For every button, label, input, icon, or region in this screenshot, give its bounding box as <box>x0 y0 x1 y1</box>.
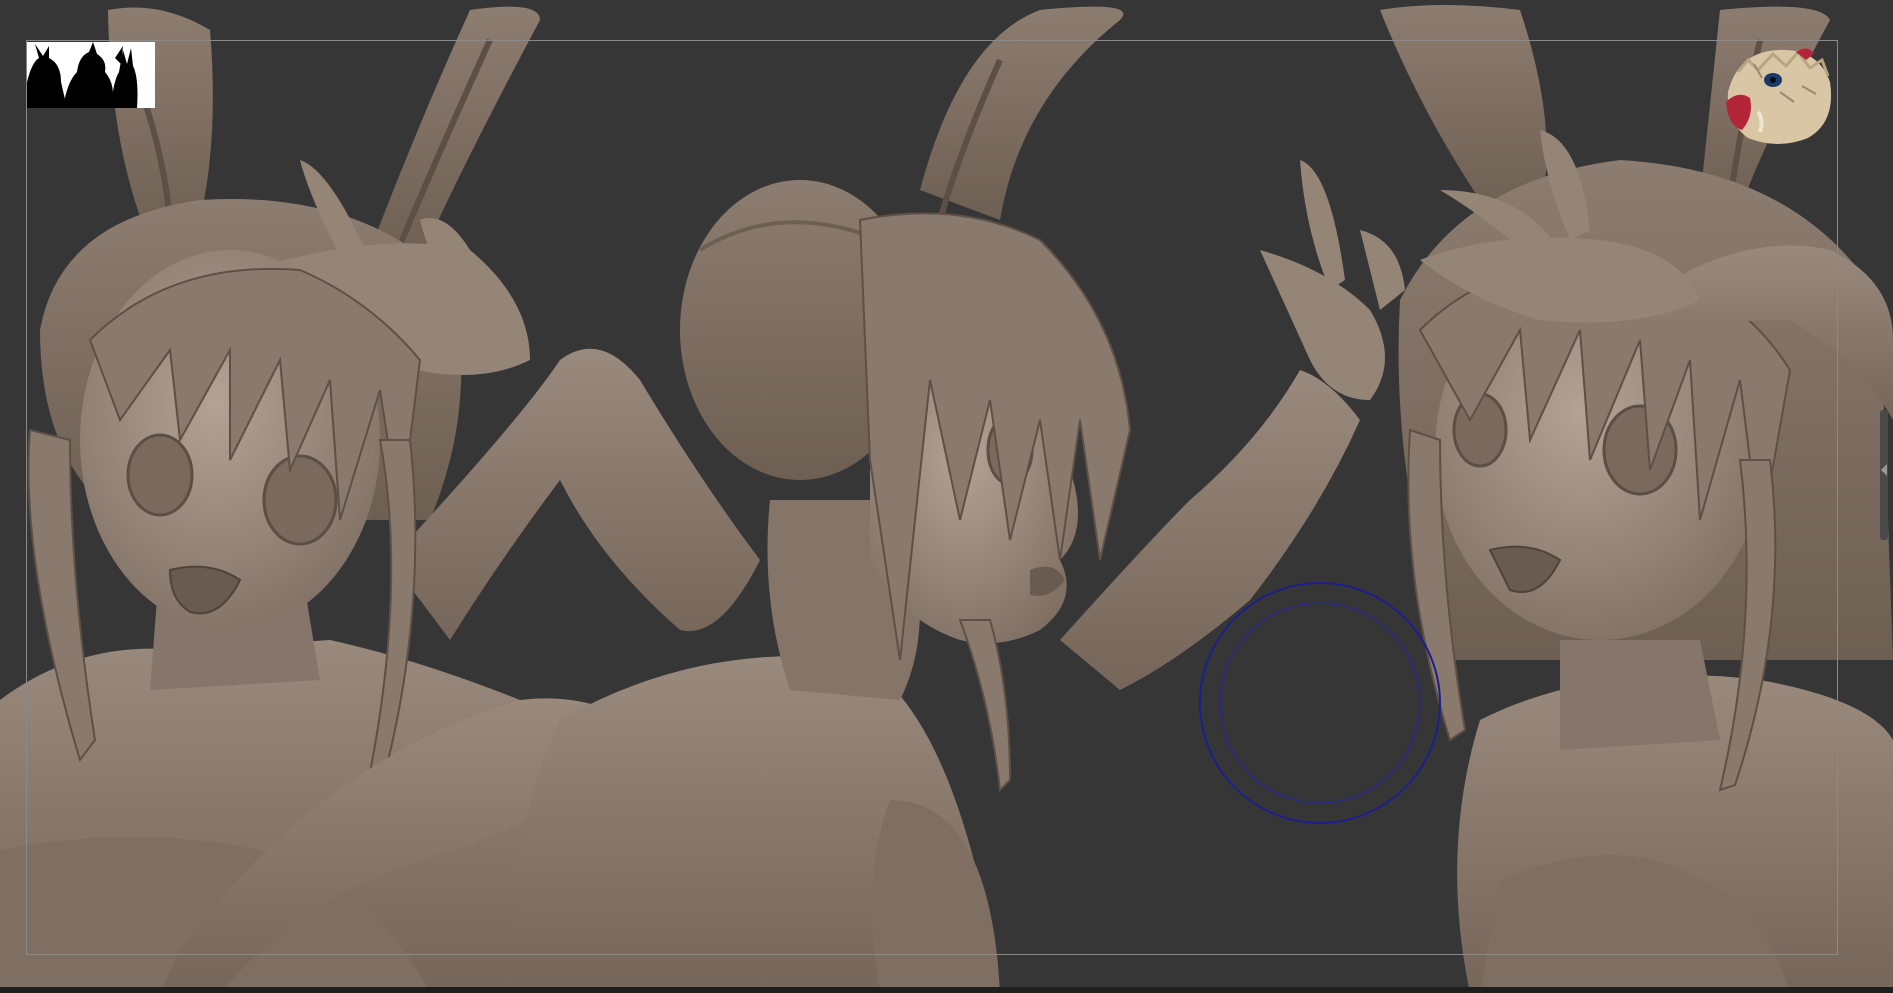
bunny-girl-three-quarter-icon[interactable] <box>1380 5 1893 993</box>
bottom-border <box>0 987 1893 993</box>
brush-cursor-icon <box>1199 582 1441 824</box>
zbrush-app <box>0 0 1893 993</box>
silhouette-reference-icon[interactable] <box>27 42 155 108</box>
collapse-arrow-icon[interactable] <box>1881 464 1887 476</box>
sculpt-viewport[interactable] <box>0 0 1893 993</box>
boar-mask-reference-icon[interactable] <box>1718 42 1838 150</box>
scene-canvas[interactable] <box>0 0 1893 993</box>
